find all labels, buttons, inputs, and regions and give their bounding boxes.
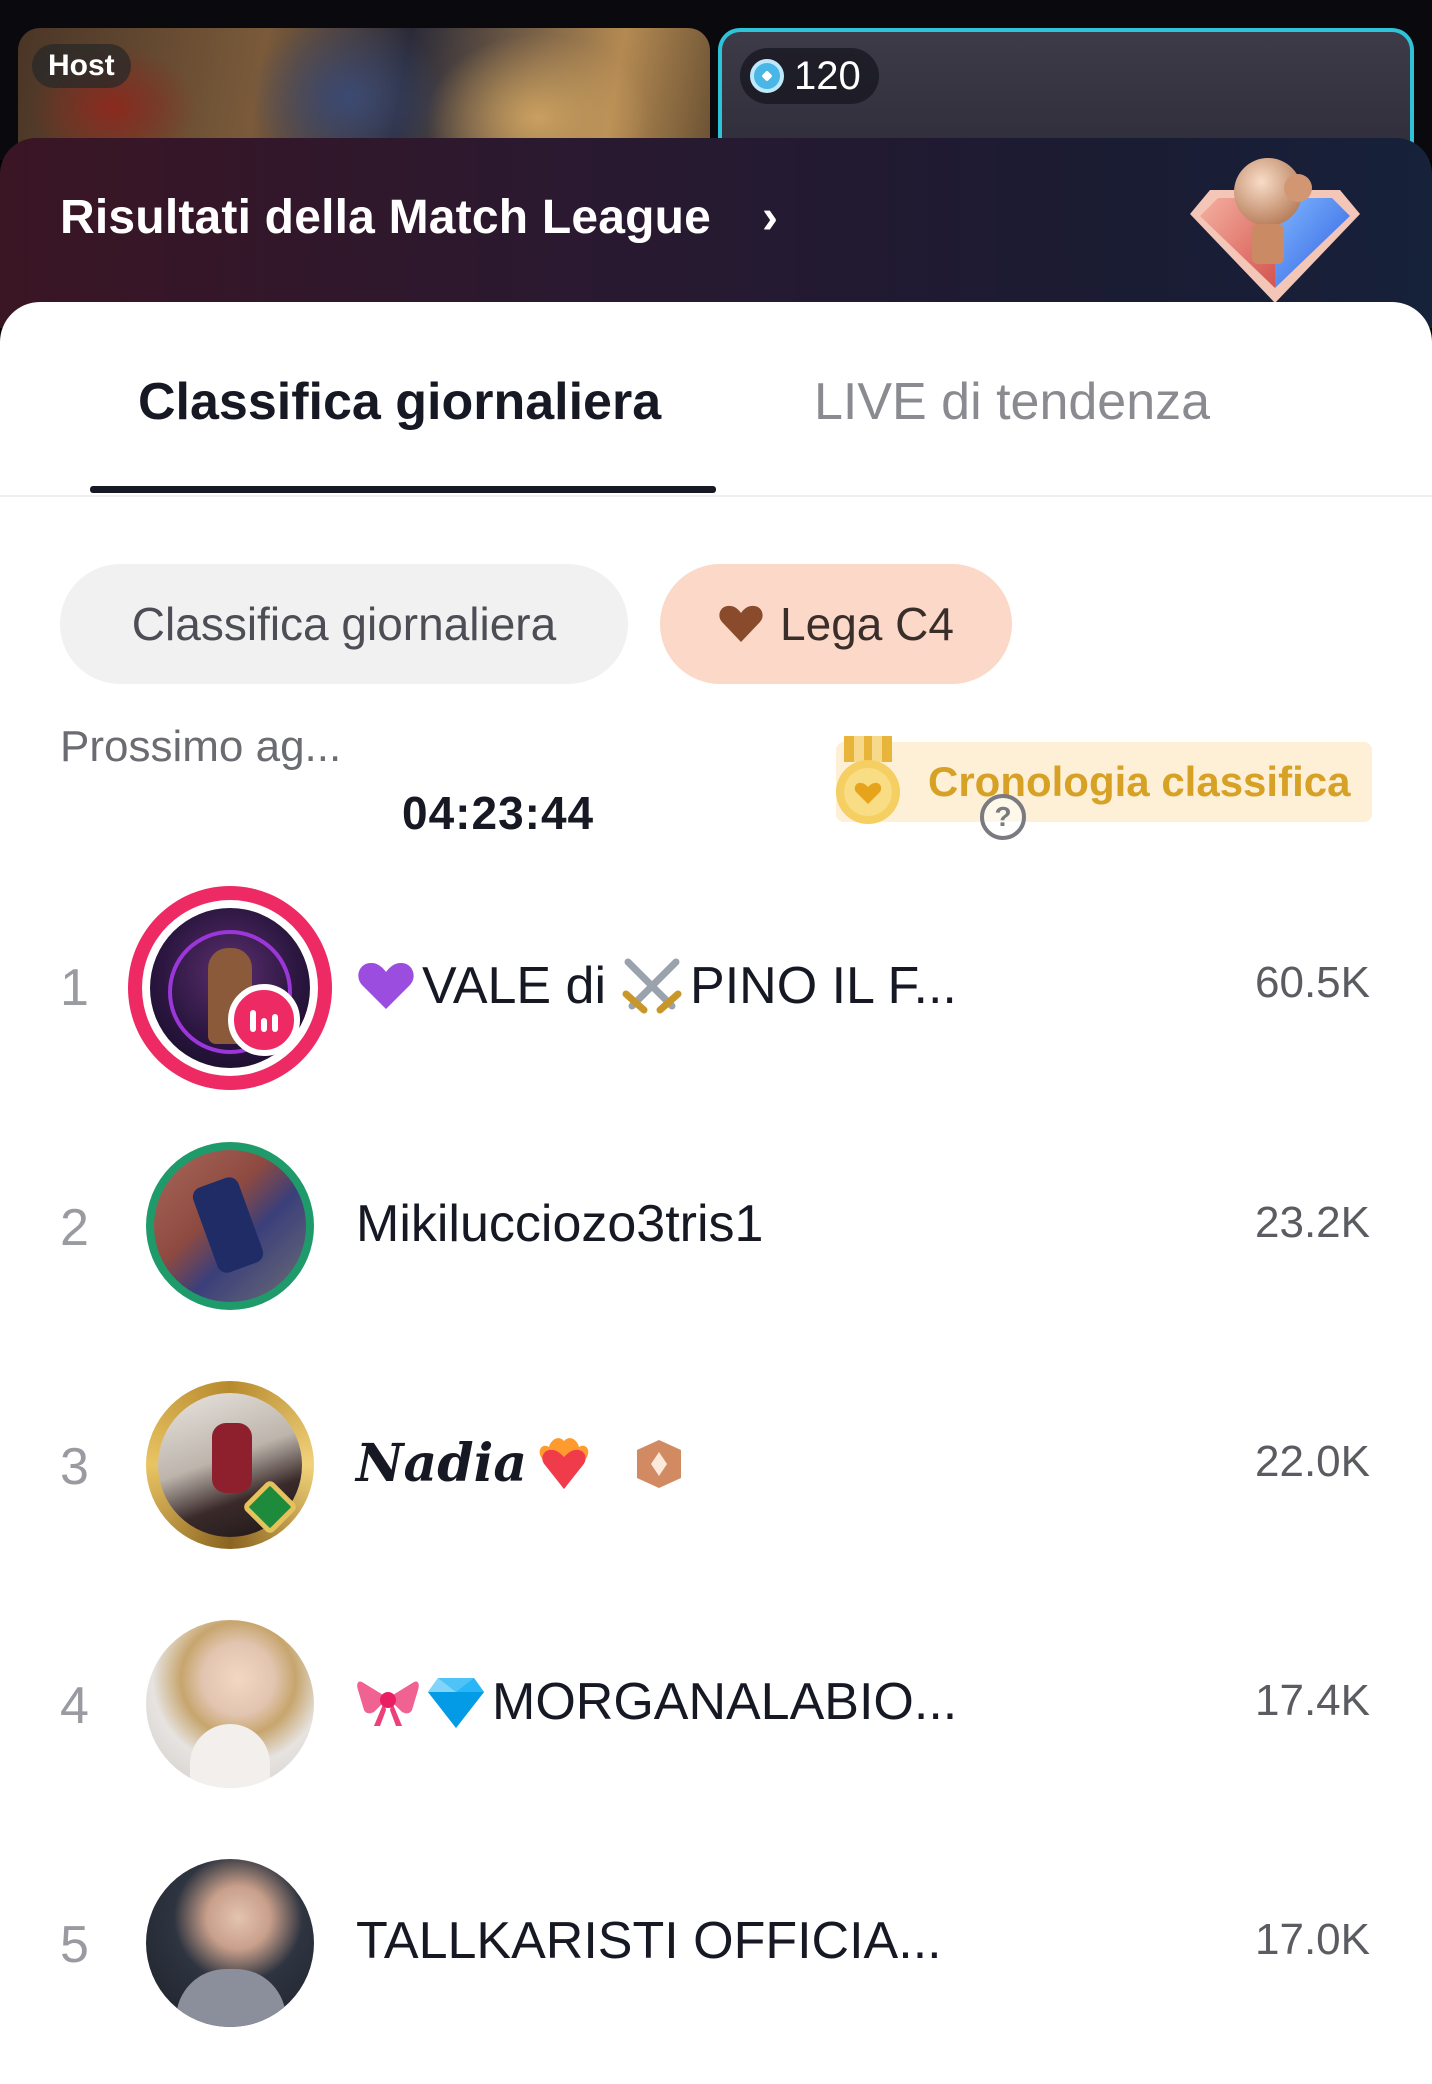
avatar-live-ring	[128, 886, 332, 1090]
league-chip[interactable]: Lega C4	[660, 564, 1012, 684]
rank-number: 4	[60, 1677, 89, 1735]
rank-number: 5	[60, 1916, 89, 1974]
active-tab-indicator	[90, 486, 716, 493]
heart-on-fire-emoji	[539, 1437, 589, 1489]
ranking-row[interactable]: 5 TALLKARISTI OFFICIA... 17.0K	[0, 1843, 1432, 2043]
username: TALLKARISTI OFFICIA...	[356, 1912, 942, 1970]
medal-icon	[836, 736, 900, 824]
score-value: 17.0K	[1255, 1915, 1370, 1964]
avatar[interactable]	[146, 1620, 314, 1788]
username: VALE di PINO IL F...	[356, 954, 957, 1018]
rank-number: 3	[60, 1438, 89, 1496]
score-value: 22.0K	[1255, 1437, 1370, 1486]
score-value: 60.5K	[1255, 958, 1370, 1007]
tab-divider	[0, 495, 1432, 497]
league-chip-label: Lega C4	[780, 598, 954, 650]
avatar-ring	[146, 1142, 314, 1310]
coin-icon	[750, 59, 784, 93]
host-badge: Host	[32, 44, 131, 88]
ranking-row[interactable]: 3 Nadia 22.0K	[0, 1365, 1432, 1565]
opponent-score-pill: 120	[740, 48, 879, 104]
username: Nadia	[356, 1433, 687, 1494]
tab-trending-live[interactable]: LIVE di tendenza	[814, 372, 1210, 432]
purple-heart-emoji	[358, 962, 414, 1009]
ribbon-emoji	[357, 1681, 419, 1726]
score-value: 17.4K	[1255, 1676, 1370, 1725]
gem-emoji	[428, 1678, 484, 1728]
chevron-right-icon: ›	[762, 191, 778, 244]
trophy-icon	[1190, 158, 1360, 303]
rank-badge-icon	[637, 1439, 682, 1488]
live-preview-strip: Host 120	[0, 0, 1432, 160]
help-icon[interactable]: ?	[980, 794, 1026, 840]
match-league-banner[interactable]: Risultati della Match League ›	[0, 138, 1432, 328]
rank-number: 2	[60, 1199, 89, 1257]
username: Mikilucciozo3tris1	[356, 1195, 764, 1253]
heart-icon	[719, 605, 763, 642]
username: MORGANALABIO...	[356, 1672, 957, 1732]
ranking-row[interactable]: 2 Mikilucciozo3tris1 23.2K	[0, 1126, 1432, 1326]
opponent-score: 120	[794, 53, 861, 98]
ranking-row[interactable]: 1 VALE di PINO IL F... 60.5K	[0, 886, 1432, 1090]
avatar[interactable]	[146, 1859, 314, 2027]
next-update-label: Prossimo ag...	[60, 722, 342, 771]
avatar-frame	[146, 1381, 314, 1549]
banner-title: Risultati della Match League	[60, 191, 712, 244]
ranking-row[interactable]: 4 MORGANALABIO... 17.4K	[0, 1604, 1432, 1804]
leaderboard-sheet: Classifica giornaliera LIVE di tendenza …	[0, 302, 1432, 2084]
tab-daily-ranking[interactable]: Classifica giornaliera	[138, 372, 661, 432]
countdown-timer: 04:23:44	[402, 787, 595, 839]
ranking-history-button[interactable]: Cronologia classifica	[836, 736, 1372, 824]
crossed-swords-emoji	[622, 958, 682, 1014]
daily-ranking-chip[interactable]: Classifica giornaliera	[60, 564, 628, 684]
live-icon	[228, 984, 300, 1056]
avatar[interactable]	[154, 1150, 306, 1302]
rank-number: 1	[60, 959, 89, 1017]
score-value: 23.2K	[1255, 1198, 1370, 1247]
